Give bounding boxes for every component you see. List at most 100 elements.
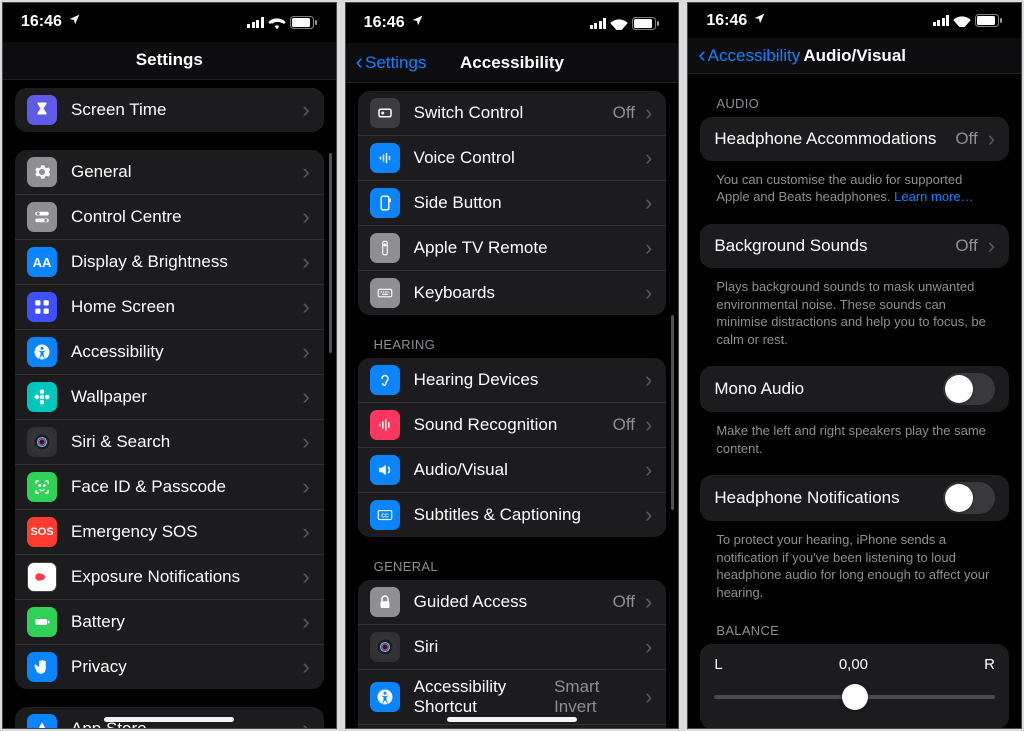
cell-side-button[interactable]: Side Button›: [358, 180, 667, 225]
label: Sound Recognition: [414, 415, 613, 435]
footer-mono: Make the left and right speakers play th…: [716, 422, 993, 457]
cell-siri-search[interactable]: Siri & Search›: [15, 419, 324, 464]
home-indicator[interactable]: [104, 717, 234, 722]
location-icon: [753, 12, 766, 28]
location-icon: [68, 13, 81, 29]
cell-general[interactable]: General›: [15, 150, 324, 194]
label: Apple TV Remote: [414, 238, 641, 258]
status-bar: 16:46: [3, 3, 336, 42]
label: Screen Time: [71, 100, 298, 120]
battery-icon: [975, 14, 1003, 27]
nav-bar: ‹ Settings Accessibility: [346, 43, 679, 83]
cell-wallpaper[interactable]: Wallpaper›: [15, 374, 324, 419]
cell-accessibility[interactable]: Accessibility›: [15, 329, 324, 374]
hand-icon: [27, 652, 57, 682]
group-headphone-notifications: Headphone Notifications: [700, 475, 1009, 521]
cell-headphone-accommodations[interactable]: Headphone Accommodations Off ›: [700, 117, 1009, 161]
label: Headphone Notifications: [714, 488, 943, 508]
cell-headphone-notifications: Headphone Notifications: [700, 475, 1009, 521]
back-button[interactable]: ‹ Accessibility: [694, 38, 804, 73]
cell-audio-visual[interactable]: Audio/Visual›: [358, 447, 667, 492]
label: General: [71, 162, 298, 182]
cell-home-screen[interactable]: Home Screen›: [15, 284, 324, 329]
audio-visual-icon: [370, 455, 400, 485]
nav-title: Accessibility: [460, 53, 564, 73]
chevron-right-icon: ›: [302, 656, 309, 678]
chevron-right-icon: ›: [645, 686, 652, 708]
keyboard-icon: [370, 278, 400, 308]
chevron-right-icon: ›: [645, 636, 652, 658]
cell-control-centre[interactable]: Control Centre›: [15, 194, 324, 239]
mono-audio-switch[interactable]: [943, 373, 995, 405]
home-indicator[interactable]: [447, 717, 577, 722]
label: Audio/Visual: [414, 460, 641, 480]
scroll-area[interactable]: AUDIO Headphone Accommodations Off › You…: [688, 74, 1021, 728]
chevron-right-icon: ›: [302, 206, 309, 228]
chevron-right-icon: ›: [302, 99, 309, 121]
balance-slider[interactable]: [714, 685, 995, 709]
ear-icon: [370, 365, 400, 395]
cell-apple-tv-remote[interactable]: Apple TV Remote›: [358, 225, 667, 270]
cell-display-brightness[interactable]: AADisplay & Brightness›: [15, 239, 324, 284]
cell-keyboards[interactable]: Keyboards›: [358, 270, 667, 315]
footer-background-sounds: Plays background sounds to mask unwanted…: [716, 278, 993, 348]
label: Siri & Search: [71, 432, 298, 452]
chevron-right-icon: ›: [645, 369, 652, 391]
label: Wallpaper: [71, 387, 298, 407]
cell-subtitles-captioning[interactable]: CCSubtitles & Captioning›: [358, 492, 667, 537]
cell-screen-time[interactable]: Screen Time›: [15, 88, 324, 132]
chevron-right-icon: ›: [645, 282, 652, 304]
chevron-right-icon: ›: [302, 566, 309, 588]
chevron-right-icon: ›: [302, 521, 309, 543]
scroll-area[interactable]: Switch ControlOff›Voice Control›Side But…: [346, 83, 679, 728]
footer-headphone-notif: To protect your hearing, iPhone sends a …: [716, 531, 993, 601]
slider-thumb-icon: [842, 684, 868, 710]
scroll-indicator: [329, 153, 332, 353]
cell-privacy[interactable]: Privacy›: [15, 644, 324, 689]
chevron-right-icon: ›: [302, 341, 309, 363]
time-label: 16:46: [364, 14, 405, 32]
cell-guided-access[interactable]: Guided AccessOff›: [358, 580, 667, 624]
chevron-right-icon: ›: [645, 414, 652, 436]
cell-accessibility-shortcut[interactable]: Accessibility ShortcutSmart Invert›: [358, 669, 667, 724]
sos-icon: SOS: [27, 517, 57, 547]
cell-battery[interactable]: Battery›: [15, 599, 324, 644]
scroll-area[interactable]: Screen Time› General›Control Centre›AADi…: [3, 80, 336, 728]
battery-icon: [632, 17, 660, 30]
footer-headphone-acc: You can customise the audio for supporte…: [716, 171, 993, 206]
time-label: 16:46: [706, 12, 747, 30]
label: Mono Audio: [714, 379, 943, 399]
label: Voice Control: [414, 148, 641, 168]
headphone-notif-switch[interactable]: [943, 482, 995, 514]
back-button[interactable]: ‹ Settings: [352, 43, 431, 82]
location-icon: [411, 14, 424, 30]
cell-sound-recognition[interactable]: Sound RecognitionOff›: [358, 402, 667, 447]
learn-more-link[interactable]: Learn more…: [894, 189, 973, 204]
cell-background-sounds[interactable]: Background Sounds Off ›: [700, 224, 1009, 268]
cell-siri[interactable]: Siri›: [358, 624, 667, 669]
group-header-audio: AUDIO: [716, 96, 993, 111]
cell-switch-control[interactable]: Switch ControlOff›: [358, 91, 667, 135]
phone-pane-accessibility: 16:46 ‹ Settings Accessibility Switch Co…: [345, 2, 680, 729]
chevron-right-icon: ›: [645, 192, 652, 214]
cell-emergency-sos[interactable]: SOS Emergency SOS›: [15, 509, 324, 554]
siri-icon: [27, 427, 57, 457]
cell-per-app-settings[interactable]: Per-App Settings›: [358, 724, 667, 728]
cell-exposure-notifications[interactable]: Exposure Notifications›: [15, 554, 324, 599]
nav-bar: ‹ Accessibility Audio/Visual: [688, 38, 1021, 74]
cell-face-id-passcode[interactable]: Face ID & Passcode›: [15, 464, 324, 509]
balance-value: 0,00: [839, 656, 868, 673]
detail: Off: [613, 592, 635, 612]
label: Guided Access: [414, 592, 613, 612]
cell-voice-control[interactable]: Voice Control›: [358, 135, 667, 180]
group-mono-audio: Mono Audio: [700, 366, 1009, 412]
balance-right-label: R: [984, 656, 995, 673]
label: Switch Control: [414, 103, 613, 123]
chevron-right-icon: ›: [302, 251, 309, 273]
detail: Off: [955, 129, 977, 149]
label: Accessibility Shortcut: [414, 677, 554, 717]
label: Emergency SOS: [71, 522, 298, 542]
label: Home Screen: [71, 297, 298, 317]
status-bar: 16:46: [688, 3, 1021, 38]
cell-hearing-devices[interactable]: Hearing Devices›: [358, 358, 667, 402]
